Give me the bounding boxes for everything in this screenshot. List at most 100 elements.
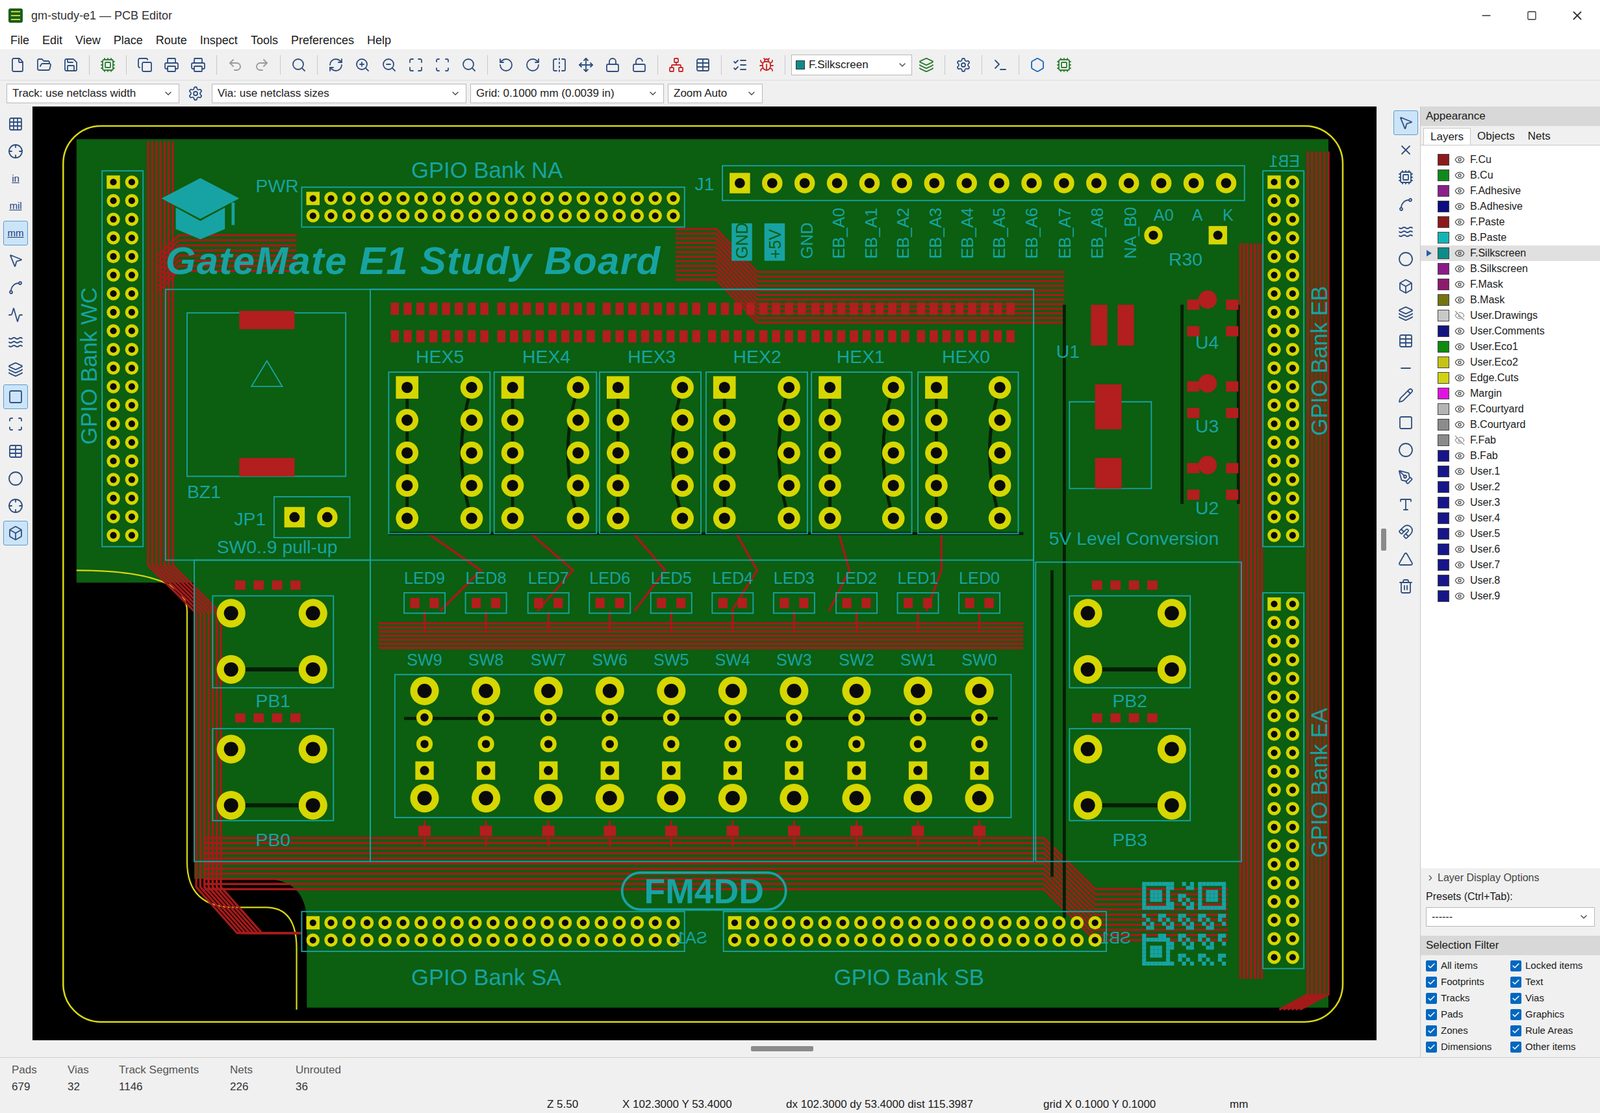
pad[interactable] <box>1267 821 1281 835</box>
round-pad[interactable] <box>450 916 464 930</box>
pad[interactable] <box>106 398 120 412</box>
pad[interactable] <box>656 676 686 706</box>
silk-text[interactable]: EB_A2 <box>893 207 913 259</box>
round-pad[interactable] <box>908 934 922 948</box>
smd-pad[interactable] <box>235 713 246 724</box>
round-pad[interactable] <box>854 916 868 930</box>
smd-pad[interactable] <box>496 302 506 316</box>
smd-pad[interactable] <box>574 330 583 343</box>
pad[interactable] <box>125 305 139 319</box>
smd-pad[interactable] <box>409 598 420 609</box>
pcb-canvas[interactable]: GPIO Bank NAPWRJ1GateMate E1 Study Board… <box>32 106 1377 1041</box>
silk-label[interactable]: LED5 <box>650 569 692 588</box>
track[interactable] <box>378 647 1024 649</box>
round-pad[interactable] <box>106 454 120 468</box>
round-pad[interactable] <box>522 916 536 930</box>
pad[interactable] <box>1021 172 1042 193</box>
pad[interactable] <box>504 191 518 205</box>
round-pad[interactable] <box>125 491 139 505</box>
round-pad[interactable] <box>106 212 120 226</box>
pad[interactable] <box>1053 172 1075 193</box>
smd-pad[interactable] <box>779 598 789 609</box>
silk-label[interactable]: GND <box>731 222 753 261</box>
round-pad[interactable] <box>1286 435 1300 449</box>
pad[interactable] <box>606 474 630 497</box>
round-pad[interactable] <box>378 934 392 948</box>
round-pad[interactable] <box>648 934 662 948</box>
silk-label[interactable]: HEX3 <box>627 346 676 368</box>
group-button[interactable] <box>573 52 599 78</box>
smd-pad[interactable] <box>1186 381 1200 392</box>
round-pad[interactable] <box>1286 653 1300 667</box>
round-pad[interactable] <box>125 231 139 245</box>
pad[interactable] <box>476 761 496 780</box>
round-pad[interactable] <box>1286 858 1300 872</box>
round-pad[interactable] <box>656 784 686 813</box>
led-pads[interactable] <box>718 598 748 837</box>
round-pad[interactable] <box>216 598 246 628</box>
round-pad[interactable] <box>1286 454 1300 468</box>
pad[interactable] <box>1267 231 1281 245</box>
pad[interactable] <box>1267 361 1281 375</box>
silk-text[interactable]: GPIO Bank EA <box>1307 707 1332 859</box>
round-pad[interactable] <box>486 934 500 948</box>
round-pad[interactable] <box>786 709 803 726</box>
smd-pad[interactable] <box>586 330 596 343</box>
smd-pad[interactable] <box>903 598 913 609</box>
pad[interactable] <box>925 507 948 531</box>
round-pad[interactable] <box>630 209 644 223</box>
square-pad[interactable] <box>661 761 681 780</box>
pad[interactable] <box>956 172 978 193</box>
round-pad[interactable] <box>106 231 120 245</box>
round-pad[interactable] <box>409 784 439 813</box>
round-pad[interactable] <box>1052 916 1066 930</box>
round-pad[interactable] <box>882 507 905 531</box>
round-pad[interactable] <box>106 510 120 524</box>
hex-display[interactable] <box>606 376 694 530</box>
save-button[interactable] <box>58 52 84 78</box>
round-pad[interactable] <box>486 916 500 930</box>
push-button[interactable] <box>216 598 328 685</box>
round-pad[interactable] <box>971 736 988 753</box>
silk-text[interactable]: HEX1 <box>836 346 885 368</box>
pad[interactable] <box>1143 226 1163 245</box>
pad[interactable] <box>818 474 842 497</box>
pad[interactable] <box>1267 858 1281 872</box>
round-pad[interactable] <box>1216 172 1237 193</box>
round-pad[interactable] <box>432 191 446 205</box>
round-pad[interactable] <box>889 916 903 930</box>
round-pad[interactable] <box>1267 231 1281 245</box>
slide-switch[interactable] <box>409 676 439 813</box>
pad[interactable] <box>998 934 1012 948</box>
pad[interactable] <box>1216 172 1237 193</box>
round-pad[interactable] <box>988 474 1012 497</box>
pad[interactable] <box>450 916 464 930</box>
pad[interactable] <box>432 934 446 948</box>
smd-pad[interactable] <box>797 302 807 316</box>
silk-text[interactable]: SB1 <box>1099 928 1131 948</box>
round-pad[interactable] <box>718 784 748 813</box>
round-pad[interactable] <box>612 191 626 205</box>
round-pad[interactable] <box>1267 287 1281 301</box>
round-pad[interactable] <box>504 209 518 223</box>
menu-item[interactable]: Place <box>107 31 150 49</box>
round-pad[interactable] <box>1286 194 1300 208</box>
pad[interactable] <box>594 934 608 948</box>
pad[interactable] <box>1286 454 1300 468</box>
pad[interactable] <box>988 474 1012 497</box>
left-tool-button[interactable] <box>3 493 28 519</box>
smd-pad[interactable] <box>290 713 301 724</box>
smd-pad[interactable] <box>522 302 532 316</box>
silk-label[interactable]: HEX2 <box>733 346 782 368</box>
pad[interactable] <box>671 376 694 399</box>
round-pad[interactable] <box>872 934 886 948</box>
pad[interactable] <box>713 441 737 465</box>
maximize-button[interactable] <box>1509 0 1555 32</box>
track[interactable] <box>378 639 1024 642</box>
pad[interactable] <box>1267 783 1281 797</box>
pad[interactable] <box>324 191 338 205</box>
round-pad[interactable] <box>360 191 374 205</box>
smd-pad[interactable] <box>454 302 464 316</box>
pin-header[interactable] <box>1262 593 1304 970</box>
silk-text[interactable]: GND <box>797 222 816 259</box>
